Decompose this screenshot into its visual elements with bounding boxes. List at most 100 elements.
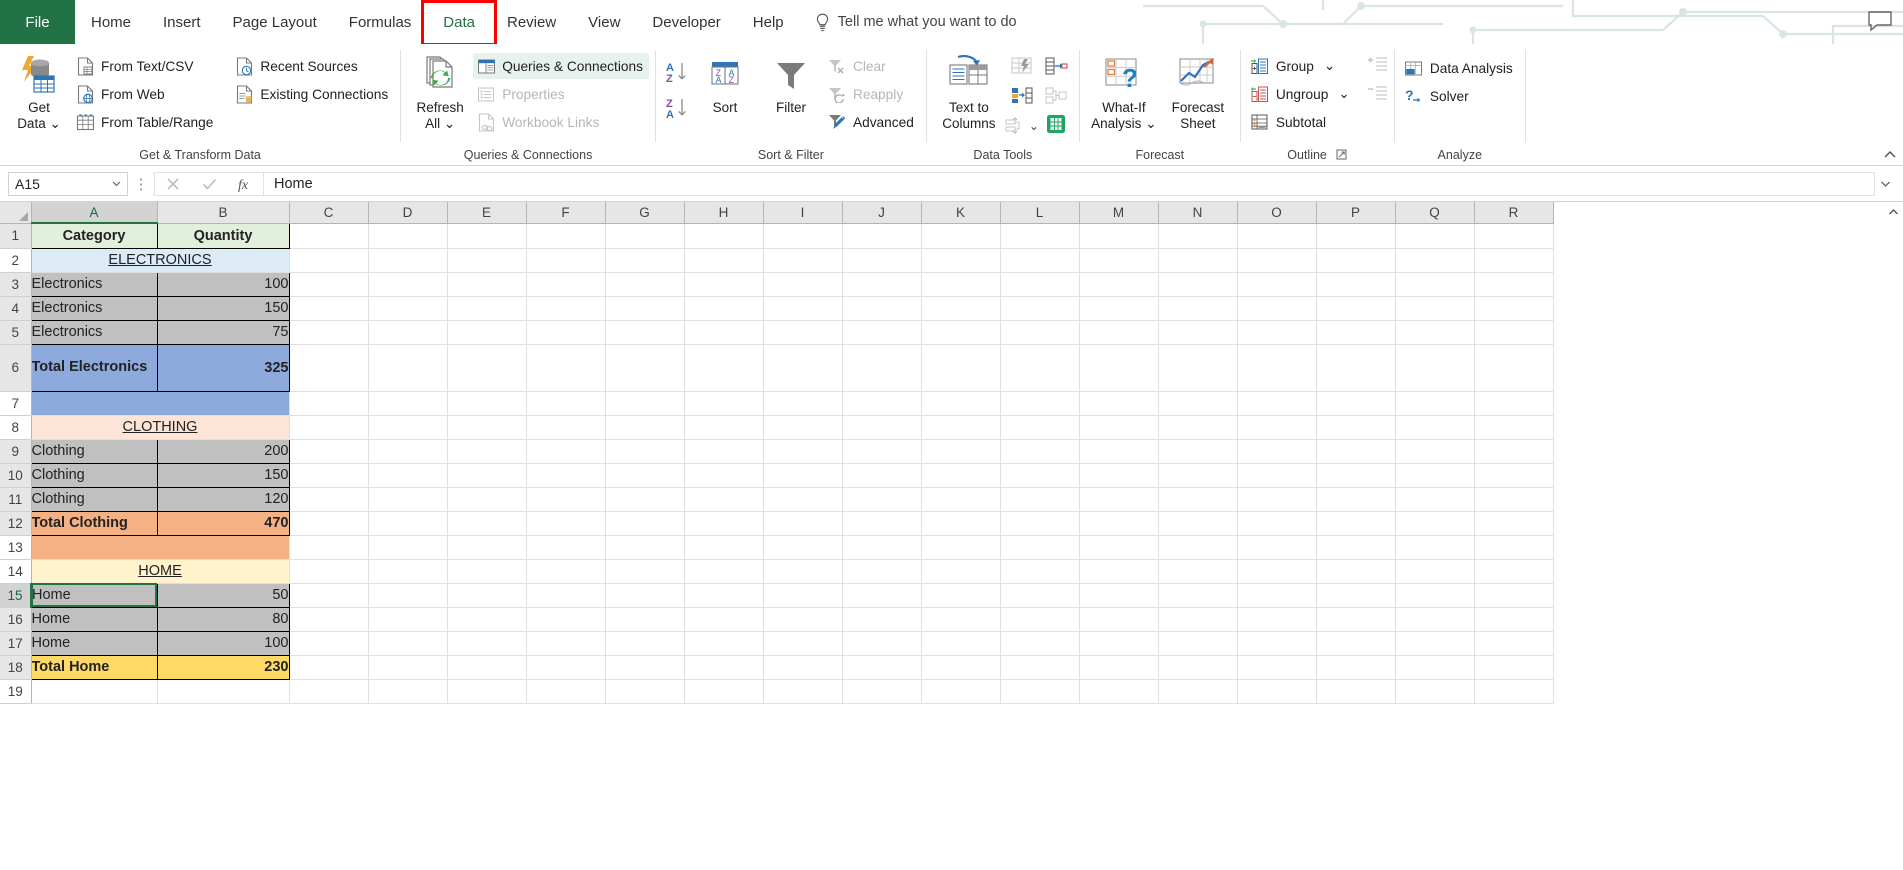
- cell-i5[interactable]: [763, 320, 843, 345]
- cell-f6[interactable]: [526, 344, 606, 392]
- cell-g7[interactable]: [605, 391, 685, 416]
- cell-j12[interactable]: [842, 511, 922, 536]
- cell-d19[interactable]: [368, 679, 448, 704]
- filter-button[interactable]: Filter: [758, 49, 824, 116]
- data-analysis-button[interactable]: Data Analysis: [1401, 55, 1519, 81]
- cell-i4[interactable]: [763, 296, 843, 321]
- cell-h17[interactable]: [684, 631, 764, 656]
- cell-a12[interactable]: Total Clothing: [30, 510, 158, 536]
- cell-j7[interactable]: [842, 391, 922, 416]
- cell-d2[interactable]: [368, 248, 448, 273]
- cell-e7[interactable]: [447, 391, 527, 416]
- cell-n16[interactable]: [1158, 607, 1238, 632]
- cell-i9[interactable]: [763, 439, 843, 464]
- cell-o2[interactable]: [1237, 248, 1317, 273]
- cell-r10[interactable]: [1474, 463, 1554, 488]
- merged-cell-a8[interactable]: CLOTHING: [31, 415, 290, 440]
- cell-m8[interactable]: [1079, 415, 1159, 440]
- cell-f16[interactable]: [526, 607, 606, 632]
- remove-duplicates-button[interactable]: [1044, 55, 1068, 80]
- cell-n12[interactable]: [1158, 511, 1238, 536]
- cell-k19[interactable]: [921, 679, 1001, 704]
- cell-g8[interactable]: [605, 415, 685, 440]
- cell-c14[interactable]: [289, 559, 369, 584]
- cell-r17[interactable]: [1474, 631, 1554, 656]
- data-validation-button[interactable]: [1010, 84, 1034, 109]
- cell-l19[interactable]: [1000, 679, 1080, 704]
- cell-g9[interactable]: [605, 439, 685, 464]
- cell-d14[interactable]: [368, 559, 448, 584]
- cell-e9[interactable]: [447, 439, 527, 464]
- cell-h14[interactable]: [684, 559, 764, 584]
- cell-p10[interactable]: [1316, 463, 1396, 488]
- cell-b18[interactable]: 230: [156, 654, 290, 680]
- cell-r3[interactable]: [1474, 272, 1554, 297]
- cell-q17[interactable]: [1395, 631, 1475, 656]
- row-header-15[interactable]: 15: [0, 583, 32, 608]
- cell-l6[interactable]: [1000, 344, 1080, 392]
- tab-review[interactable]: Review: [491, 0, 572, 44]
- cell-o7[interactable]: [1237, 391, 1317, 416]
- cell-g14[interactable]: [605, 559, 685, 584]
- solver-button[interactable]: ? Solver: [1401, 83, 1519, 109]
- column-header-p[interactable]: P: [1316, 202, 1396, 224]
- cell-j19[interactable]: [842, 679, 922, 704]
- spreadsheet-grid[interactable]: A B C D E F G H I J K L M N O P Q R 1 Category Quantity 2 ELEC…: [0, 202, 1903, 870]
- cell-h15[interactable]: [684, 583, 764, 608]
- cell-k7[interactable]: [921, 391, 1001, 416]
- row-header-12[interactable]: 12: [0, 511, 32, 536]
- cell-f9[interactable]: [526, 439, 606, 464]
- tab-formulas[interactable]: Formulas: [333, 0, 428, 44]
- cell-i16[interactable]: [763, 607, 843, 632]
- row-header-5[interactable]: 5: [0, 320, 32, 345]
- cell-d3[interactable]: [368, 272, 448, 297]
- cell-p9[interactable]: [1316, 439, 1396, 464]
- cell-j14[interactable]: [842, 559, 922, 584]
- cell-d12[interactable]: [368, 511, 448, 536]
- expand-formula-bar-button[interactable]: [1875, 179, 1895, 189]
- cell-g4[interactable]: [605, 296, 685, 321]
- cell-p8[interactable]: [1316, 415, 1396, 440]
- sort-button[interactable]: Z A A Z Sort: [692, 49, 758, 116]
- cell-k2[interactable]: [921, 248, 1001, 273]
- cell-q15[interactable]: [1395, 583, 1475, 608]
- cell-o3[interactable]: [1237, 272, 1317, 297]
- cell-f13[interactable]: [526, 535, 606, 560]
- column-header-r[interactable]: R: [1474, 202, 1554, 224]
- cell-c10[interactable]: [289, 463, 369, 488]
- cell-n3[interactable]: [1158, 272, 1238, 297]
- cell-q8[interactable]: [1395, 415, 1475, 440]
- cell-c7[interactable]: [289, 391, 369, 416]
- cell-e14[interactable]: [447, 559, 527, 584]
- tell-me-search[interactable]: Tell me what you want to do: [800, 0, 1031, 44]
- cell-o15[interactable]: [1237, 583, 1317, 608]
- column-header-m[interactable]: M: [1079, 202, 1159, 224]
- cell-h12[interactable]: [684, 511, 764, 536]
- cell-k4[interactable]: [921, 296, 1001, 321]
- from-text-csv-button[interactable]: From Text/CSV: [72, 53, 219, 79]
- cell-m18[interactable]: [1079, 655, 1159, 680]
- row-header-3[interactable]: 3: [0, 272, 32, 297]
- cell-q11[interactable]: [1395, 487, 1475, 512]
- cell-e12[interactable]: [447, 511, 527, 536]
- cell-a1[interactable]: Category: [30, 222, 158, 249]
- cell-r2[interactable]: [1474, 248, 1554, 273]
- cell-k5[interactable]: [921, 320, 1001, 345]
- cell-k16[interactable]: [921, 607, 1001, 632]
- cell-o19[interactable]: [1237, 679, 1317, 704]
- cell-i18[interactable]: [763, 655, 843, 680]
- cell-f11[interactable]: [526, 487, 606, 512]
- cell-b6[interactable]: 325: [156, 343, 290, 392]
- cell-c13[interactable]: [289, 535, 369, 560]
- cell-m6[interactable]: [1079, 344, 1159, 392]
- row-header-14[interactable]: 14: [0, 559, 32, 584]
- cell-g17[interactable]: [605, 631, 685, 656]
- cell-a9[interactable]: Clothing: [30, 438, 158, 464]
- cell-b16[interactable]: 80: [156, 606, 290, 632]
- cell-c9[interactable]: [289, 439, 369, 464]
- cell-g19[interactable]: [605, 679, 685, 704]
- cell-j13[interactable]: [842, 535, 922, 560]
- cell-k14[interactable]: [921, 559, 1001, 584]
- tab-help[interactable]: Help: [737, 0, 800, 44]
- row-header-13[interactable]: 13: [0, 535, 32, 560]
